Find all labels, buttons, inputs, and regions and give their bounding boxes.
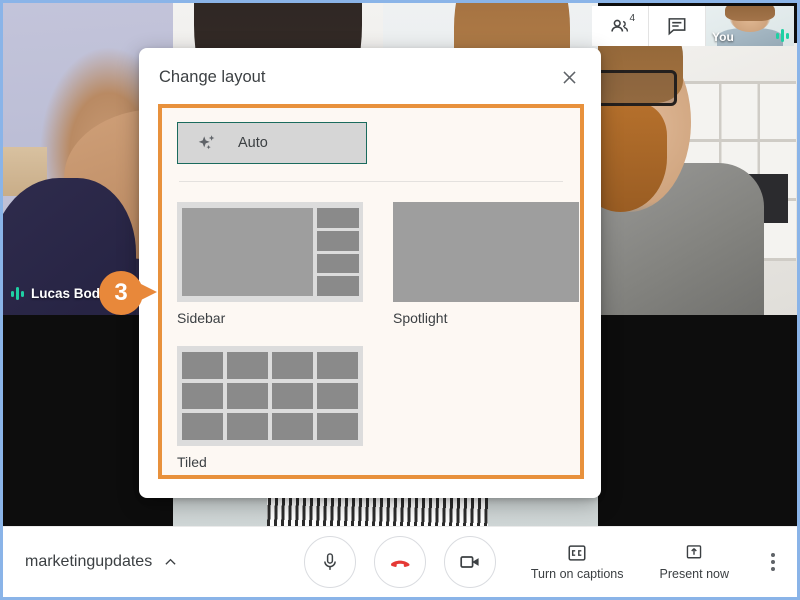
- turn-on-captions-button[interactable]: Turn on captions: [531, 544, 624, 581]
- more-vertical-icon: [771, 553, 775, 557]
- layout-option-spotlight-label: Spotlight: [393, 310, 448, 326]
- closed-caption-icon: [568, 544, 586, 561]
- audio-level-icon: [11, 287, 24, 300]
- top-right-controls: 4 You: [592, 6, 794, 46]
- participant-count-badge: 4: [629, 13, 635, 24]
- layout-option-sidebar[interactable]: Sidebar: [177, 202, 363, 326]
- layout-option-spotlight[interactable]: Spotlight: [393, 202, 579, 326]
- mute-microphone-button[interactable]: [304, 536, 356, 588]
- layout-options-row-1: Sidebar Spotlight: [177, 202, 579, 326]
- microphone-icon: [324, 553, 336, 570]
- call-controls: [304, 536, 496, 588]
- step-number: 3: [99, 271, 143, 315]
- preview-side-rail: [317, 208, 359, 296]
- close-button[interactable]: [555, 63, 583, 91]
- sidebar-preview: [177, 202, 363, 302]
- participant-name-chip: Lucas Bod...: [11, 286, 111, 301]
- google-meet-window: Lucas Bod... 4 You Change layout Auto Si…: [0, 0, 800, 600]
- meeting-code-button[interactable]: marketingupdates: [25, 553, 179, 571]
- layout-option-sidebar-label: Sidebar: [177, 310, 226, 326]
- end-call-icon: [390, 560, 410, 567]
- layout-option-auto[interactable]: Auto: [177, 122, 367, 164]
- tiled-preview: [177, 346, 363, 446]
- layout-options-panel: Auto Sidebar Spotlight Tiled: [158, 104, 584, 479]
- layout-options-row-2: Tiled: [177, 346, 565, 470]
- self-view-label: You: [712, 30, 734, 44]
- toolbar-right-controls: Turn on captions Present now: [531, 544, 781, 581]
- present-now-label: Present now: [659, 566, 729, 581]
- more-options-button[interactable]: [765, 545, 781, 579]
- meeting-toolbar: marketingupdates Turn on captions Presen…: [3, 526, 797, 597]
- options-divider: [179, 181, 563, 182]
- present-screen-icon: [687, 544, 702, 558]
- turn-on-captions-label: Turn on captions: [530, 566, 624, 581]
- chat-icon: [668, 18, 686, 36]
- spotlight-preview: [393, 202, 579, 302]
- callout-pointer: [139, 283, 157, 301]
- people-icon: [611, 19, 629, 32]
- more-vertical-icon: [771, 567, 775, 571]
- video-camera-icon: [460, 556, 479, 568]
- participant-tile-right[interactable]: [598, 43, 797, 315]
- decor-hair: [725, 6, 775, 22]
- layout-option-tiled[interactable]: Tiled: [177, 346, 363, 470]
- more-vertical-icon: [771, 560, 775, 564]
- present-now-button[interactable]: Present now: [660, 544, 729, 581]
- dialog-title: Change layout: [159, 67, 266, 86]
- sparkle-icon: [198, 135, 215, 150]
- change-layout-dialog: Change layout Auto Sidebar Spotlight Til…: [139, 48, 601, 498]
- step-callout-badge: 3: [99, 271, 157, 315]
- meeting-code-label: marketingupdates: [25, 553, 153, 570]
- preview-main-panel: [182, 208, 313, 296]
- chat-button[interactable]: [648, 6, 705, 46]
- dialog-header: Change layout: [139, 48, 601, 106]
- stage-filler-right: [598, 315, 797, 526]
- self-view-tile[interactable]: You: [705, 6, 794, 46]
- layout-option-auto-label: Auto: [238, 135, 268, 151]
- end-call-button[interactable]: [374, 536, 426, 588]
- chevron-up-icon: [165, 558, 176, 565]
- show-everyone-button[interactable]: 4: [592, 6, 648, 46]
- close-icon: [562, 70, 576, 84]
- decor-glasses: [598, 70, 677, 107]
- self-audio-level-icon: [776, 29, 789, 42]
- turn-off-camera-button[interactable]: [444, 536, 496, 588]
- layout-option-tiled-label: Tiled: [177, 454, 207, 470]
